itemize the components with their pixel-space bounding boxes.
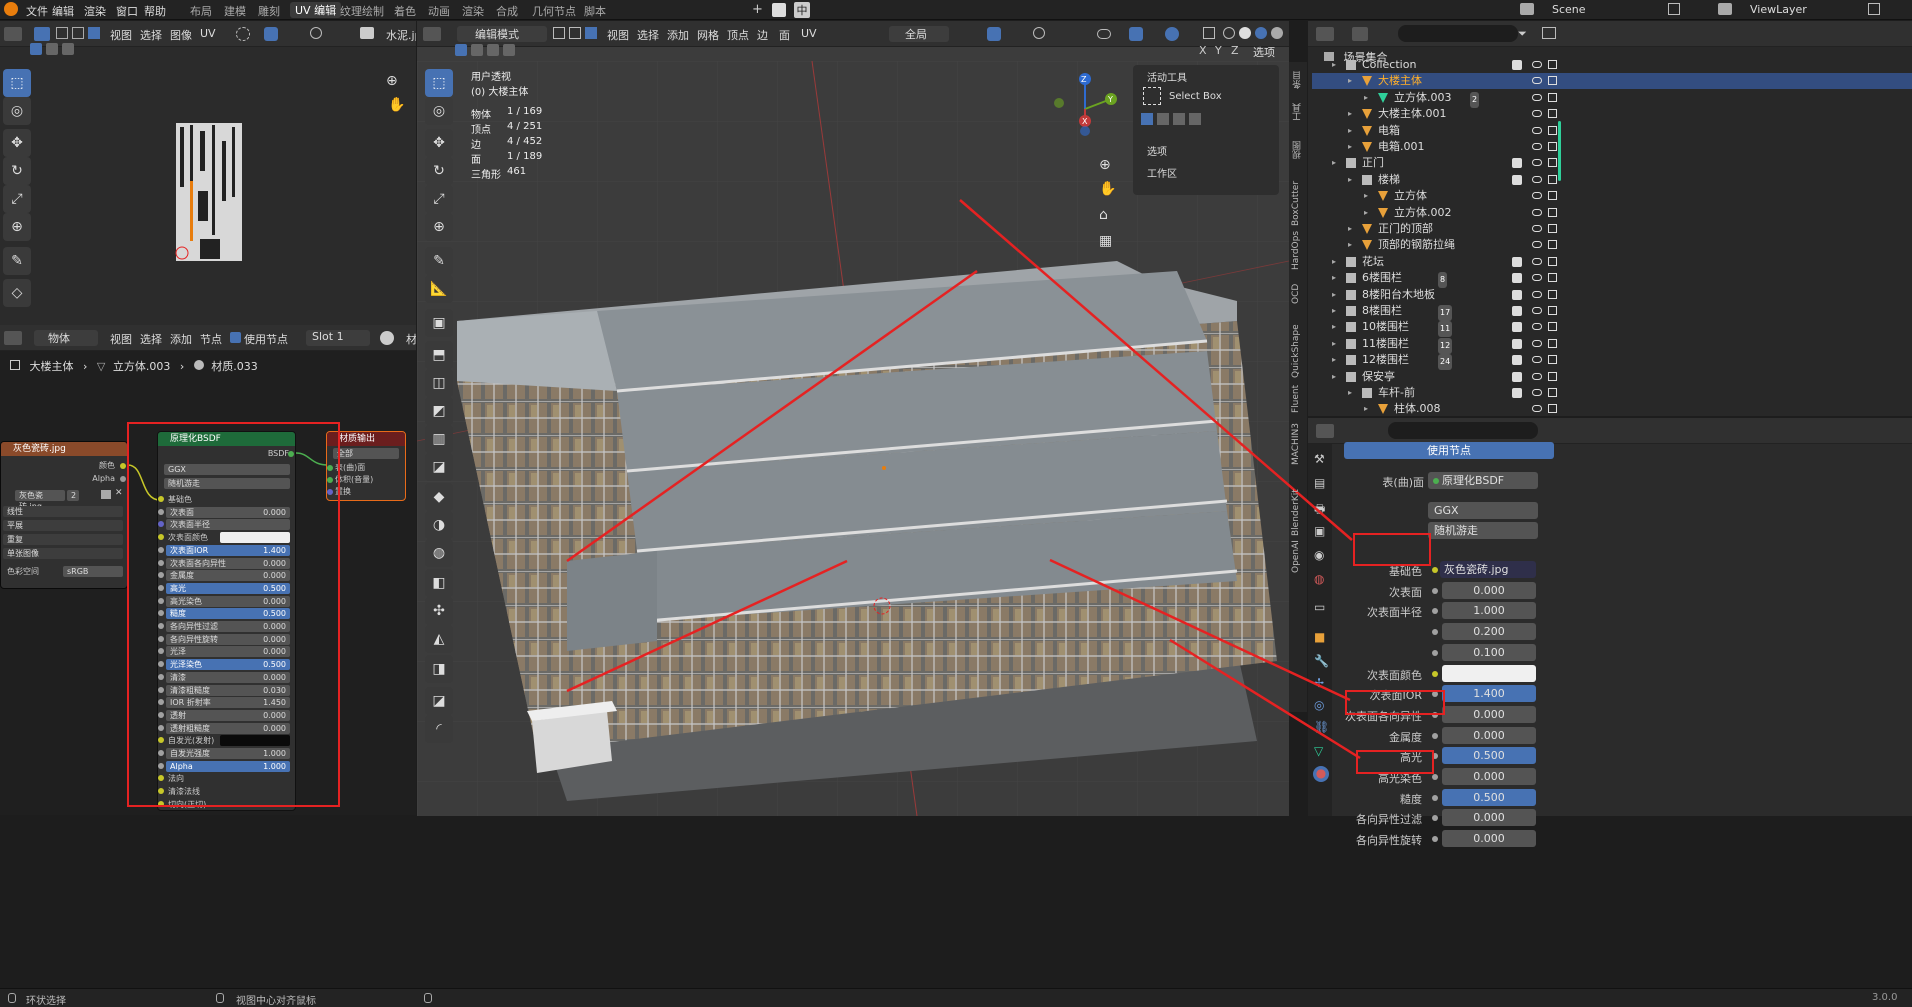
side-tab-5[interactable]: OCD [1291, 282, 1305, 306]
side-tab-8[interactable]: MACHIN3 [1291, 420, 1305, 469]
side-tab-2[interactable]: 视图 [1291, 138, 1305, 162]
status-mouse-icon [8, 993, 16, 1003]
side-tab-4[interactable]: HardOps [1291, 226, 1305, 275]
side-tab-7[interactable]: Fluent [1291, 378, 1305, 420]
side-tab-0[interactable]: 条目 [1291, 68, 1305, 92]
side-tab-1[interactable]: 工具 [1291, 100, 1305, 124]
status-mid-text: 视图中心对齐鼠标 [236, 996, 316, 1007]
side-tab-10[interactable]: OpenAI [1291, 536, 1305, 578]
annotation-arrows-right [959, 199, 1361, 760]
status-mid-icon [216, 993, 224, 1003]
version-label: 3.0.0 [1872, 992, 1898, 1003]
status-right-icon [424, 993, 432, 1003]
status-left-text: 环状选择 [26, 996, 66, 1007]
status-bar: 环状选择 视图中心对齐鼠标 3.0.0 [0, 988, 1912, 1007]
side-tab-6[interactable]: QuickShape [1291, 316, 1305, 386]
